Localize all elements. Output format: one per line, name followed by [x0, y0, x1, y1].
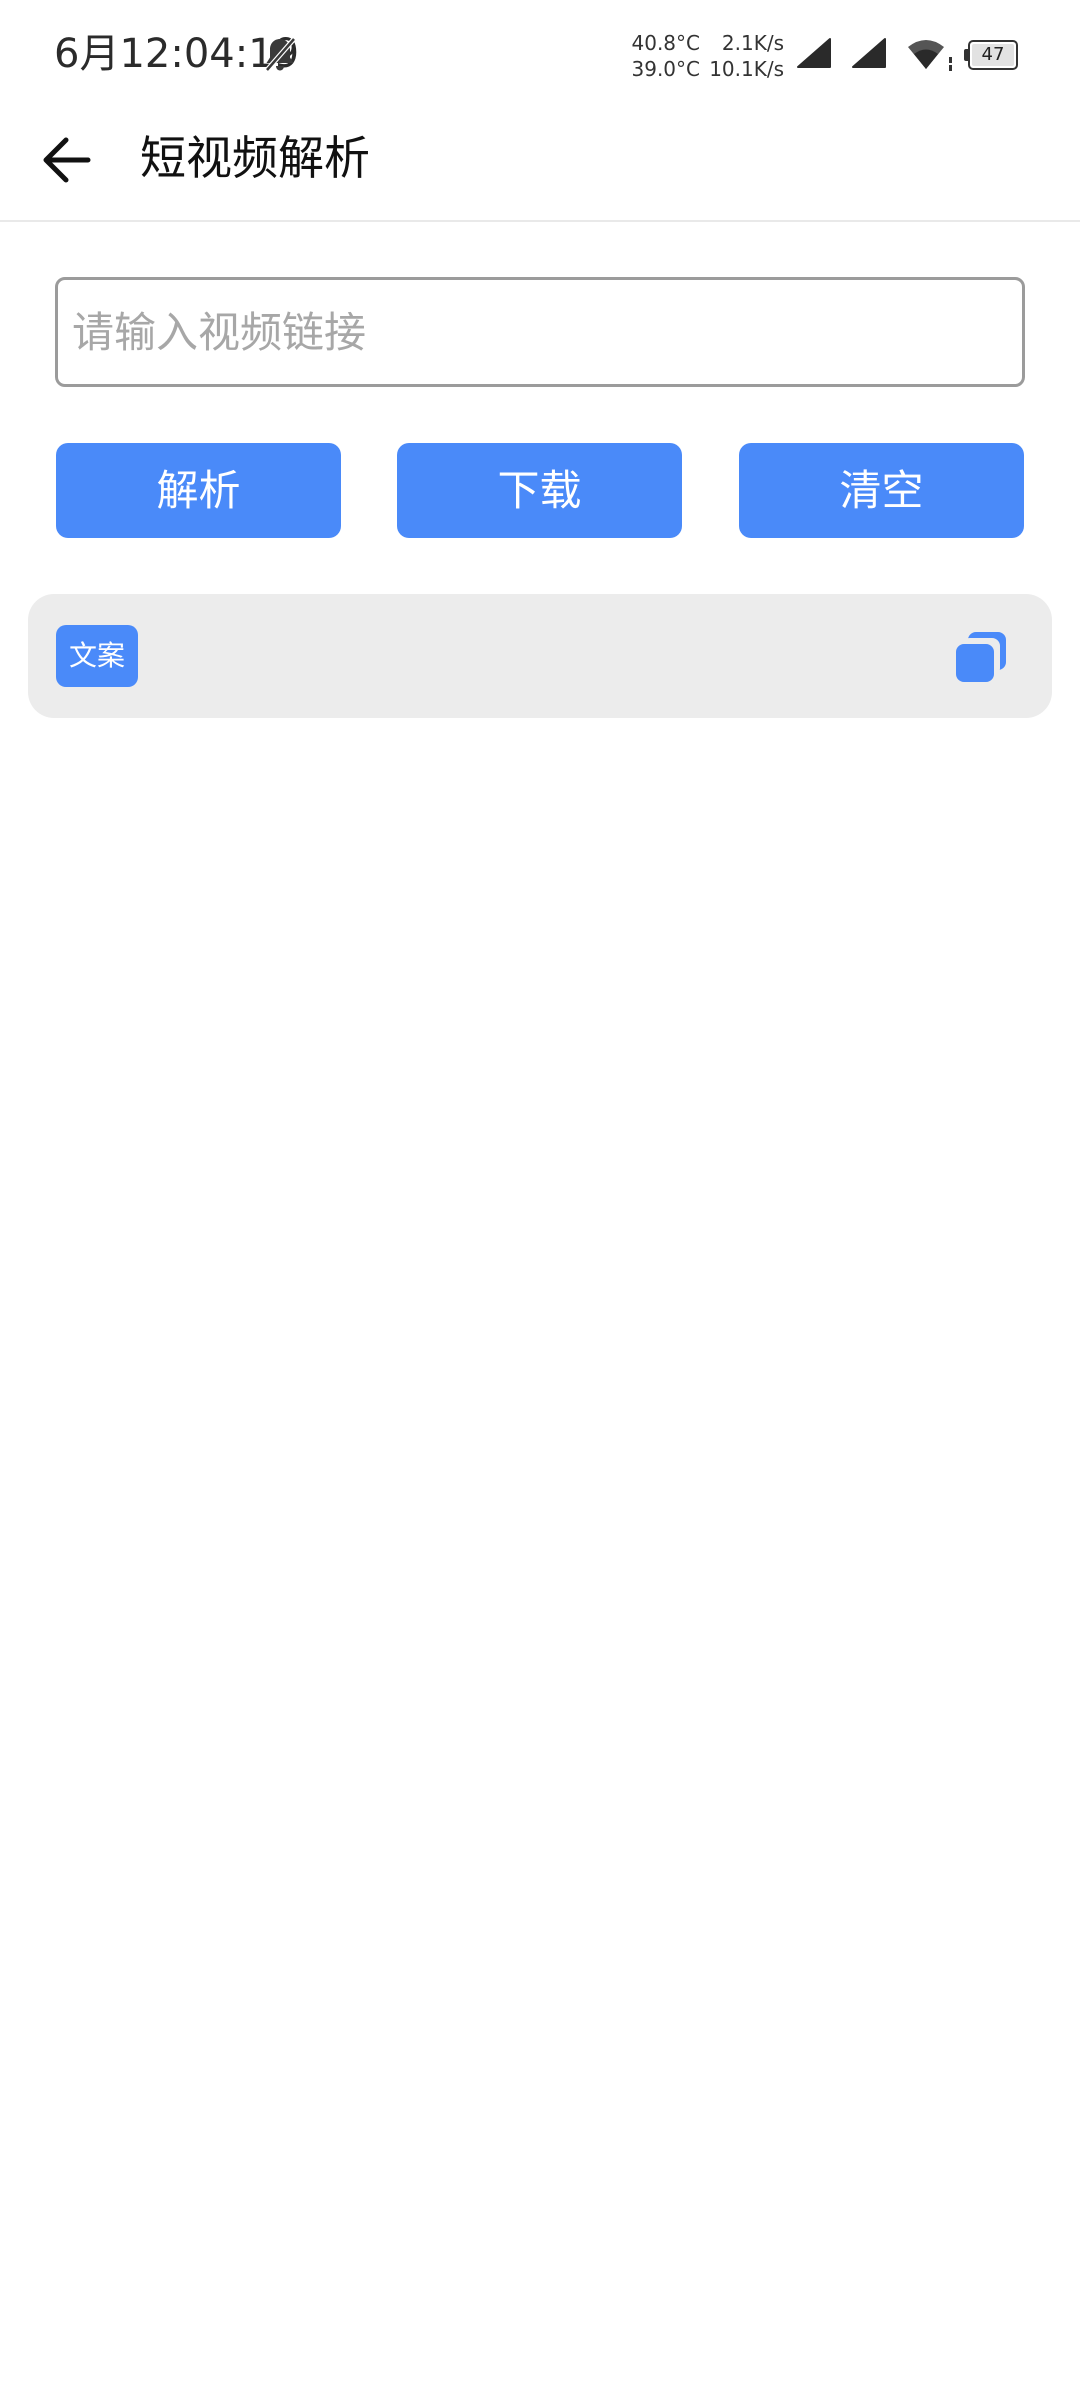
copy-icon[interactable] — [952, 628, 1010, 686]
copywriting-panel: 文案 — [28, 594, 1052, 718]
wifi-icon — [908, 40, 952, 71]
arrow-left-icon[interactable] — [38, 128, 102, 192]
temperature-top: 40.8°C — [631, 31, 701, 55]
status-bar: 6月12:04:19 40.8°C 39.0°C 2.1K/s 10.1K/s — [0, 0, 1080, 108]
battery-level: 47 — [981, 44, 1005, 65]
net-speed-top: 2.1K/s — [721, 31, 784, 55]
network-speed-readout: 2.1K/s 10.1K/s — [704, 30, 784, 82]
battery-icon: 47 — [964, 40, 1020, 70]
parse-button[interactable]: 解析 — [56, 443, 341, 538]
bell-off-icon — [265, 37, 296, 72]
clear-button[interactable]: 清空 — [739, 443, 1024, 538]
signal-icon — [852, 38, 886, 68]
copywriting-tag: 文案 — [56, 625, 138, 687]
page-title: 短视频解析 — [140, 131, 370, 185]
temperature-bottom: 39.0°C — [631, 57, 701, 81]
temperature-readout: 40.8°C 39.0°C — [614, 30, 701, 82]
video-link-input[interactable] — [55, 277, 1025, 387]
download-button[interactable]: 下载 — [397, 443, 682, 538]
signal-icon — [797, 38, 831, 68]
net-speed-bottom: 10.1K/s — [709, 57, 784, 81]
screen: 6月12:04:19 40.8°C 39.0°C 2.1K/s 10.1K/s — [0, 0, 1080, 2400]
app-bar: 短视频解析 — [0, 108, 1080, 222]
